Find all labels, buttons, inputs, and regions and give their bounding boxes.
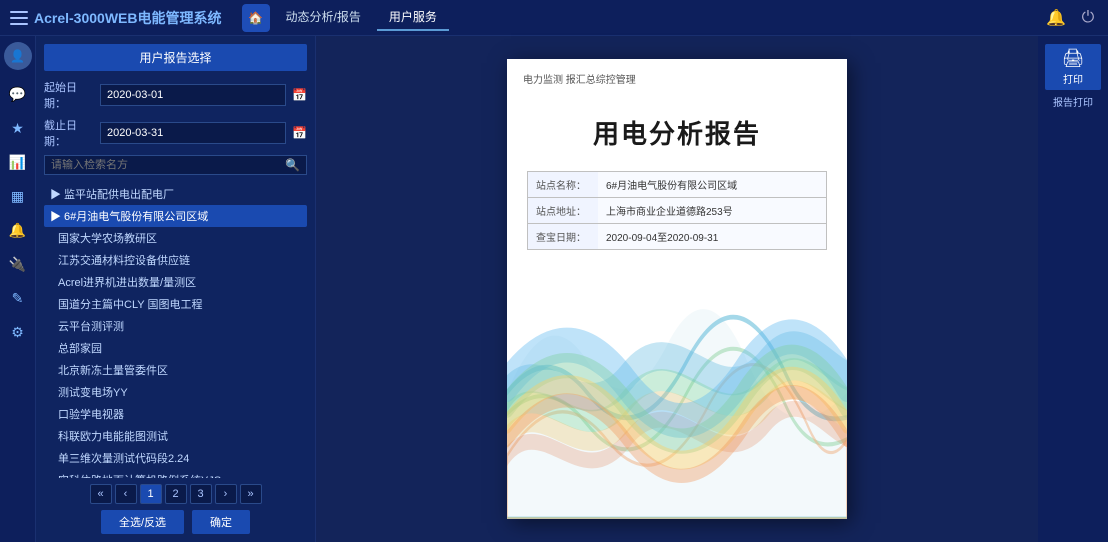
info-label-name: 站点名称： — [528, 172, 598, 197]
info-value-address: 上海市商业企业道德路253号 — [598, 198, 826, 223]
print-button[interactable]: 🖨 打印 — [1045, 44, 1101, 90]
list-item[interactable]: ▶ 监平站配供电出配电厂 — [44, 183, 307, 205]
main-content: 电力监测 报汇总综控管理 用电分析报告 站点名称： 6#月油电气股份有限公司区域… — [316, 36, 1038, 542]
info-row-name: 站点名称： 6#月油电气股份有限公司区域 — [528, 172, 826, 198]
top-bar: Acrel-3000WEB电能管理系统 🏠 动态分析/报告 用户服务 🔔 ⏻ — [0, 0, 1108, 36]
end-date-input[interactable] — [100, 122, 286, 144]
sidebar-icon-star[interactable]: ★ — [2, 112, 34, 144]
list-item[interactable]: 国家大学农场教研区 — [44, 227, 307, 249]
app-title: Acrel-3000WEB电能管理系统 — [34, 8, 222, 28]
menu-toggle[interactable] — [10, 11, 28, 25]
list-item[interactable]: 科联欧力电能能图测试 — [44, 425, 307, 447]
doc-header: 电力监测 报汇总综控管理 — [507, 59, 847, 94]
page-last[interactable]: » — [240, 484, 262, 504]
nav-tab-reports[interactable]: 动态分析/报告 — [274, 4, 373, 31]
end-date-cal-icon[interactable]: 📅 — [292, 126, 307, 140]
sidebar-icon-bell[interactable]: 🔔 — [2, 214, 34, 246]
list-item[interactable]: 实科依路地面计算机路例系统YJS — [44, 469, 307, 478]
info-row-date: 查宝日期： 2020-09-04至2020-09-31 — [528, 224, 826, 249]
list-item[interactable]: 总部家园 — [44, 337, 307, 359]
start-date-cal-icon[interactable]: 📅 — [292, 88, 307, 102]
page-next[interactable]: › — [215, 484, 237, 504]
left-panel: 用户报告选择 起始日期： 📅 截止日期： 📅 🔍 ▶ 监平站配供电出配电厂 ▶ … — [36, 36, 316, 542]
info-label-address: 站点地址： — [528, 198, 598, 223]
report-title: 用电分析报告 — [507, 114, 847, 151]
page-prev[interactable]: ‹ — [115, 484, 137, 504]
search-row: 🔍 — [44, 155, 307, 175]
list-item[interactable]: 单三维次量测试代码段2.24 — [44, 447, 307, 469]
select-all-button[interactable]: 全选/反选 — [101, 510, 184, 534]
search-icon[interactable]: 🔍 — [285, 158, 300, 172]
list-item[interactable]: Acrel进界机进出数量/量测区 — [44, 271, 307, 293]
list-item[interactable]: 云平台测评测 — [44, 315, 307, 337]
alert-icon[interactable]: 🔔 — [1046, 8, 1066, 28]
info-value-date: 2020-09-04至2020-09-31 — [598, 224, 826, 249]
sidebar-icon-chat[interactable]: 💬 — [2, 78, 34, 110]
main-layout: 👤 💬 ★ 📊 ▦ 🔔 🔌 ✎ ⚙ 用户报告选择 起始日期： 📅 截止日期： 📅… — [0, 36, 1108, 542]
info-value-name: 6#月油电气股份有限公司区域 — [598, 172, 826, 197]
user-avatar[interactable]: 👤 — [4, 42, 32, 70]
top-right-controls: 🔔 ⏻ — [1046, 8, 1098, 28]
doc-header-text: 电力监测 报汇总综控管理 — [523, 75, 636, 86]
logo-area: Acrel-3000WEB电能管理系统 — [10, 8, 222, 28]
sidebar-icon-edit[interactable]: ✎ — [2, 282, 34, 314]
end-date-row: 截止日期： 📅 — [44, 117, 307, 149]
print-label: 打印 — [1063, 71, 1083, 86]
page-1[interactable]: 1 — [140, 484, 162, 504]
list-item[interactable]: 北京新冻土量管委件区 — [44, 359, 307, 381]
sidebar-icon-chart[interactable]: 📊 — [2, 146, 34, 178]
report-wave-decoration — [507, 266, 847, 519]
report-document: 电力监测 报汇总综控管理 用电分析报告 站点名称： 6#月油电气股份有限公司区域… — [507, 59, 847, 519]
home-button[interactable]: 🏠 — [242, 4, 270, 32]
page-2[interactable]: 2 — [165, 484, 187, 504]
panel-title: 用户报告选择 — [44, 44, 307, 71]
search-input[interactable] — [51, 159, 285, 171]
page-3[interactable]: 3 — [190, 484, 212, 504]
sidebar-icon-layers[interactable]: ▦ — [2, 180, 34, 212]
list-item[interactable]: ▶ 6#月油电气股份有限公司区域 — [44, 205, 307, 227]
side-icon-bar: 👤 💬 ★ 📊 ▦ 🔔 🔌 ✎ ⚙ — [0, 36, 36, 542]
info-label-date: 查宝日期： — [528, 224, 598, 249]
nav-tab-user-service[interactable]: 用户服务 — [377, 4, 449, 31]
pagination: « ‹ 1 2 3 › » — [44, 484, 307, 504]
confirm-button[interactable]: 确定 — [192, 510, 250, 534]
top-nav: 🏠 动态分析/报告 用户服务 — [242, 4, 1047, 32]
sidebar-icon-settings[interactable]: ⚙ — [2, 316, 34, 348]
station-list: ▶ 监平站配供电出配电厂 ▶ 6#月油电气股份有限公司区域 国家大学农场教研区 … — [44, 183, 307, 478]
start-date-label: 起始日期： — [44, 79, 94, 111]
list-item[interactable]: 口验学电视器 — [44, 403, 307, 425]
bottom-buttons: 全选/反选 确定 — [44, 510, 307, 534]
print-sub-label: 报告打印 — [1053, 94, 1093, 109]
sidebar-icon-plug[interactable]: 🔌 — [2, 248, 34, 280]
list-item[interactable]: 江苏交通材料控设备供应链 — [44, 249, 307, 271]
start-date-row: 起始日期： 📅 — [44, 79, 307, 111]
report-info-table: 站点名称： 6#月油电气股份有限公司区域 站点地址： 上海市商业企业道德路253… — [527, 171, 827, 250]
end-date-label: 截止日期： — [44, 117, 94, 149]
start-date-input[interactable] — [100, 84, 286, 106]
power-icon[interactable]: ⏻ — [1078, 8, 1098, 28]
home-icon: 🏠 — [248, 11, 263, 25]
print-icon: 🖨 — [1062, 48, 1085, 69]
right-panel: 🖨 打印 报告打印 — [1038, 36, 1108, 542]
list-item[interactable]: 测试变电场YY — [44, 381, 307, 403]
page-first[interactable]: « — [90, 484, 112, 504]
info-row-address: 站点地址： 上海市商业企业道德路253号 — [528, 198, 826, 224]
list-item[interactable]: 国道分主篇中CLY 国图电工程 — [44, 293, 307, 315]
